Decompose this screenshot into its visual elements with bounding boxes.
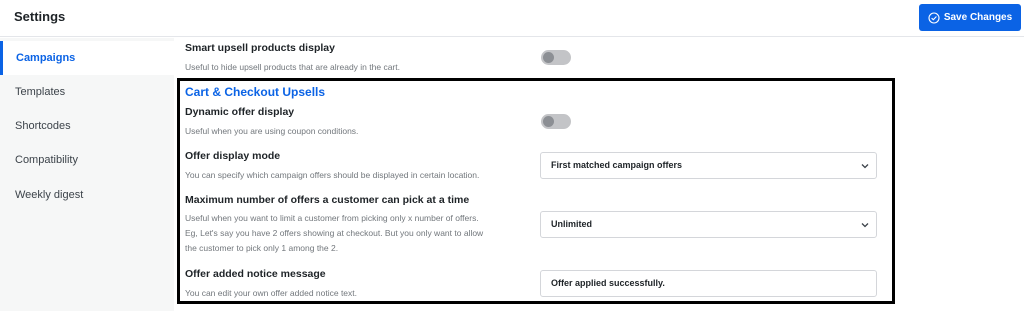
offer-display-mode-value: First matched campaign offers bbox=[551, 160, 683, 170]
chevron-down-icon bbox=[861, 223, 869, 228]
offer-display-mode-title: Offer display mode bbox=[185, 150, 281, 162]
dynamic-offer-toggle[interactable] bbox=[541, 114, 571, 129]
save-changes-label: Save Changes bbox=[943, 12, 1013, 23]
offer-display-mode-select[interactable]: First matched campaign offers bbox=[540, 152, 877, 179]
offer-display-mode-description: You can specify which campaign offers sh… bbox=[185, 170, 480, 180]
main-content: Smart upsell products display Useful to … bbox=[174, 38, 1024, 311]
max-offers-description-line-3: the customer to pick only 1 among the 2. bbox=[185, 243, 339, 253]
sidebar-item-templates[interactable]: Templates bbox=[0, 75, 174, 109]
dynamic-offer-description: Useful when you are using coupon conditi… bbox=[185, 126, 359, 136]
smart-upsell-description: Useful to hide upsell products that are … bbox=[185, 62, 400, 72]
sidebar-item-weekly-digest[interactable]: Weekly digest bbox=[0, 178, 174, 212]
smart-upsell-toggle[interactable] bbox=[541, 50, 571, 65]
max-offers-value: Unlimited bbox=[551, 219, 593, 229]
max-offers-title: Maximum number of offers a customer can … bbox=[185, 194, 470, 206]
page-title: Settings bbox=[14, 9, 66, 24]
section-heading: Cart & Checkout Upsells bbox=[185, 85, 326, 99]
offer-notice-description: You can edit your own offer added notice… bbox=[185, 288, 358, 298]
sidebar-item-shortcodes[interactable]: Shortcodes bbox=[0, 109, 174, 143]
max-offers-select[interactable]: Unlimited bbox=[540, 211, 877, 238]
save-changes-button[interactable]: Save Changes bbox=[919, 4, 1021, 31]
max-offers-description-line-2: Eg, Let's say you have 2 offers showing … bbox=[185, 228, 484, 238]
chevron-down-icon bbox=[861, 164, 869, 169]
settings-panel: Smart upsell products display Useful to … bbox=[174, 38, 1024, 311]
top-bar: Settings Save Changes bbox=[0, 0, 1024, 37]
sidebar-item-compatibility[interactable]: Compatibility bbox=[0, 143, 174, 177]
max-offers-description-line-1: Useful when you want to limit a customer… bbox=[185, 213, 479, 223]
smart-upsell-title: Smart upsell products display bbox=[185, 42, 335, 54]
sidebar-item-campaigns[interactable]: Campaigns bbox=[0, 41, 174, 75]
offer-notice-input[interactable]: Offer applied successfully. bbox=[540, 270, 877, 297]
offer-notice-title: Offer added notice message bbox=[185, 268, 326, 280]
sidebar: Campaigns Templates Shortcodes Compatibi… bbox=[0, 38, 174, 311]
check-circle-icon bbox=[928, 11, 940, 24]
dynamic-offer-title: Dynamic offer display bbox=[185, 106, 295, 118]
